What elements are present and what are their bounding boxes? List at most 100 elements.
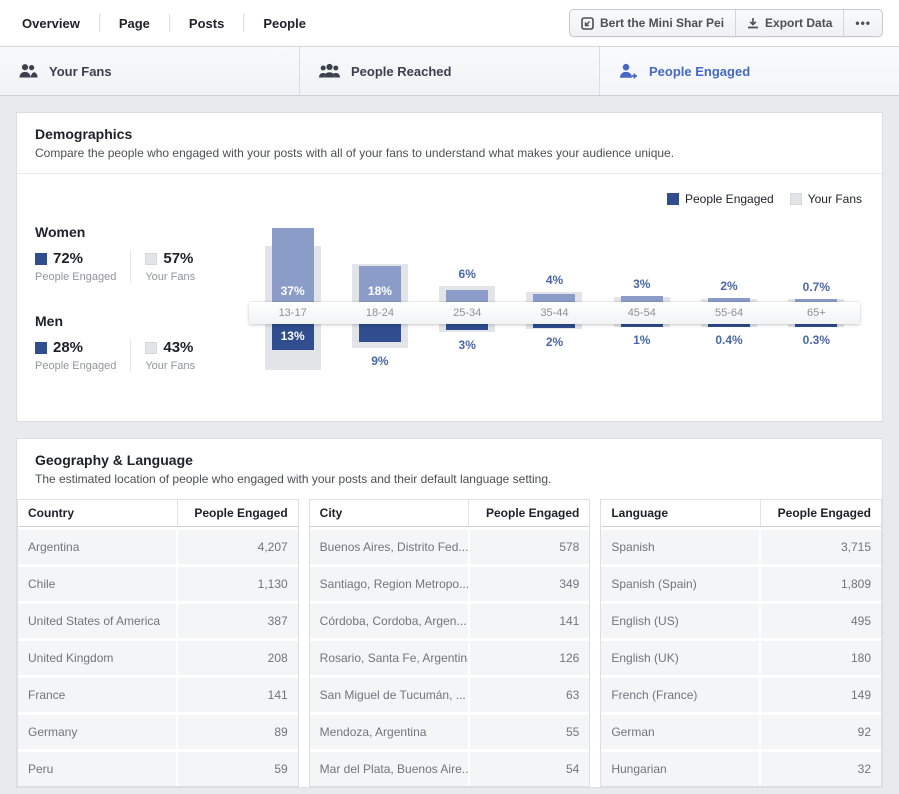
table-row: United States of America 387 [18,604,298,638]
row-value: 1,130 [176,567,298,601]
page-switcher-label: Bert the Mini Shar Pei [600,16,725,30]
export-data-button[interactable]: Export Data [736,10,845,36]
geography-title: Geography & Language [35,452,193,468]
row-value: 126 [467,641,590,675]
legend-your-fans[interactable]: Your Fans [789,192,862,206]
women-engaged-value: 72% [53,250,84,267]
row-value: 149 [759,678,881,712]
more-options-button[interactable]: ••• [844,10,882,36]
demographics-card: Demographics Compare the people who enga… [16,112,883,422]
men-stats-row: 28% People Engaged 43% Your Fans [35,339,240,372]
demographics-header: Demographics Compare the people who enga… [17,113,882,173]
table-row: Germany 89 [18,715,298,749]
age-gender-chart: 37% 13% 18% 9% 6% 3% 4% 2% 3% 1% 2% 0.4% 0.7% 0.3% 13… [249,210,860,416]
row-value: 63 [467,678,590,712]
bar-label-men: 2% [545,335,564,349]
women-engaged-stat: 72% People Engaged [35,250,116,283]
table-row: Argentina 4,207 [18,530,298,564]
bar-men-engaged [708,324,751,327]
table-row: Spanish (Spain) 1,809 [601,567,882,601]
row-value: 495 [759,604,881,638]
row-name: Hungarian [611,762,667,776]
tab-overview[interactable]: Overview [16,0,99,46]
men-engaged-value: 28% [53,339,84,356]
bar-men-engaged [620,324,663,327]
men-title: Men [35,313,63,329]
fans-swatch [145,252,158,265]
women-engaged-label: People Engaged [35,271,117,283]
ellipsis-icon: ••• [855,16,871,30]
bar-label-men: 3% [458,338,476,352]
men-fans-stat: 43% Your Fans [130,339,195,372]
column-header: City [319,506,343,520]
bar-label-women: 6% [458,267,476,281]
age-label: 13-17 [278,307,307,319]
age-label: 18-24 [365,307,394,319]
subtab-your-fans-label: Your Fans [49,63,112,79]
legend-engaged-label: People Engaged [684,192,774,206]
women-stats-row: 72% People Engaged 57% Your Fans [35,250,240,283]
row-value: 32 [759,752,881,786]
women-title: Women [35,224,86,240]
person-plus-icon [618,63,639,80]
bar-men-engaged [358,324,401,342]
subtab-people-reached-label: People Reached [351,63,452,79]
bar-men-engaged [446,324,489,330]
geography-card: Geography & Language The estimated locat… [16,438,883,788]
row-name: San Miguel de Tucumán, ... [319,688,466,702]
row-name: English (US) [611,614,679,628]
table-row: Rosario, Santa Fe, Argentina 126 [309,641,590,675]
age-label: 35-44 [540,307,569,319]
subtab-people-reached[interactable]: People Reached [300,47,600,95]
bar-label-women: 4% [545,273,564,287]
engaged-swatch [35,252,47,265]
main-content: Demographics Compare the people who enga… [0,96,899,788]
bar-label-women: 37% [280,284,305,298]
bar-label-women: 3% [633,277,651,291]
row-value: 3,715 [759,530,881,564]
table-row: Spanish 3,715 [601,530,882,564]
country-table-header: Country People Engaged [18,500,298,527]
tab-page[interactable]: Page [100,0,169,46]
row-value: 349 [467,567,590,601]
country-table-body: Argentina 4,207 Chile 1,130 United States of… [18,530,298,786]
row-name: France [28,688,66,702]
engaged-swatch [666,193,679,205]
bar-label-men: 9% [371,354,389,368]
subtab-people-engaged[interactable]: People Engaged [600,47,899,95]
table-row: English (UK) 180 [601,641,882,675]
age-label: 65+ [806,307,826,319]
row-value: 55 [467,715,590,749]
table-row: English (US) 495 [601,604,882,638]
table-row: Buenos Aires, Distrito Fed... 578 [309,530,590,564]
bar-label-men: 13% [280,329,305,343]
download-icon [747,17,759,30]
table-row: San Miguel de Tucumán, ... 63 [309,678,590,712]
bar-label-men: 0.3% [802,333,830,347]
language-table-body: Spanish 3,715 Spanish (Spain) 1,809 English … [601,530,882,786]
tab-people[interactable]: People [244,0,325,46]
table-row: French (France) 149 [601,678,882,712]
row-name: Germany [28,725,78,739]
bar-men-engaged [795,324,838,327]
row-name: English (UK) [611,651,679,665]
table-row: Mar del Plata, Buenos Aire... 54 [309,752,590,786]
demographics-subtitle: Compare the people who engaged with your… [35,146,675,160]
men-fans-value: 43% [163,339,194,356]
fans-swatch [789,193,802,205]
bar-label-women: 0.7% [802,280,830,294]
tab-posts[interactable]: Posts [170,0,243,46]
legend-people-engaged[interactable]: People Engaged [666,192,774,206]
row-value: 92 [759,715,881,749]
page-switcher-button[interactable]: Bert the Mini Shar Pei [570,10,737,36]
table-row: Hungarian 32 [601,752,882,786]
row-name: Buenos Aires, Distrito Fed... [319,540,468,554]
people-sub-tabs: Your Fans People Reached People Engaged [0,37,899,96]
city-table: City People Engaged Buenos Aires, Distri… [308,499,591,787]
row-name: Argentina [28,540,80,554]
row-value: 4,207 [176,530,298,564]
legend-fans-label: Your Fans [807,192,862,206]
subtab-your-fans[interactable]: Your Fans [0,47,300,95]
subtab-people-engaged-label: People Engaged [649,63,751,79]
toolbar-button-group: Bert the Mini Shar Pei Export Data ••• [569,9,883,37]
